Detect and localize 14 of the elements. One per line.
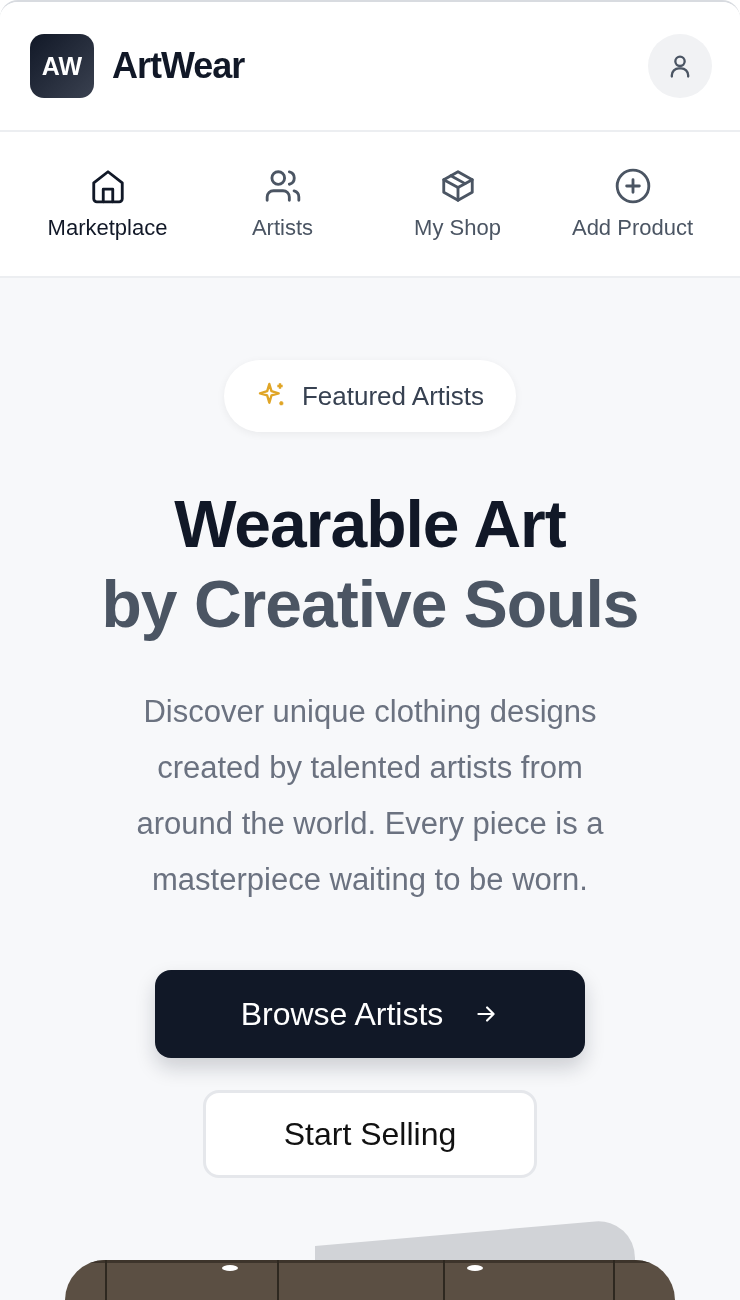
- people-icon: [263, 167, 302, 205]
- nav-tab[interactable]: Marketplace: [20, 132, 195, 276]
- nav-tab[interactable]: Artists: [195, 132, 370, 276]
- nav-tab[interactable]: Add Product: [545, 132, 720, 276]
- sell-button[interactable]: Start Selling: [203, 1090, 537, 1178]
- browse-button[interactable]: Browse Artists: [155, 970, 585, 1058]
- nav-tab[interactable]: My Shop: [370, 132, 545, 276]
- logo-badge: AW: [30, 34, 94, 98]
- headline: Wearable Art: [174, 486, 566, 563]
- plus-circle-icon: [613, 167, 652, 205]
- brand-name: ArtWear: [112, 45, 245, 87]
- badge-label: Featured Artists: [301, 380, 485, 412]
- description: Discover unique clothing designs created by talented artists from around the world. Every piece is a masterpiece waiting to be worn.: [135, 693, 605, 899]
- headline: by Creative Souls: [101, 566, 639, 643]
